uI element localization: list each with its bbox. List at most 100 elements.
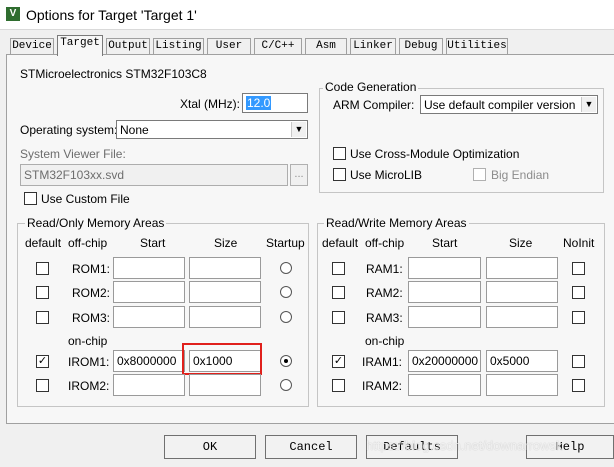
- irom1-label: IROM1:: [68, 355, 110, 369]
- tab-target[interactable]: Target: [57, 35, 103, 56]
- tab-asm[interactable]: Asm: [305, 38, 347, 54]
- use-custom-file-label: Use Custom File: [41, 192, 130, 206]
- ram3-noinit-checkbox[interactable]: [572, 311, 585, 324]
- ram2-noinit-checkbox[interactable]: [572, 286, 585, 299]
- ok-button[interactable]: OK: [164, 435, 256, 459]
- rom3-label: ROM3:: [72, 311, 111, 325]
- ram2-default-checkbox[interactable]: [332, 286, 345, 299]
- ram-onchip-label: on-chip: [365, 334, 405, 348]
- rom2-start-input[interactable]: [113, 281, 185, 303]
- os-select[interactable]: None ▼: [116, 120, 308, 139]
- rom1-start-input[interactable]: [113, 257, 185, 279]
- tab-device[interactable]: Device: [10, 38, 54, 54]
- iram1-noinit-checkbox[interactable]: [572, 355, 585, 368]
- iram1-default-checkbox[interactable]: ✓: [332, 355, 345, 368]
- rom-areas-title: Read/Only Memory Areas: [25, 216, 167, 230]
- tab-debug[interactable]: Debug: [399, 38, 443, 54]
- xtal-value: 12.0: [246, 96, 272, 110]
- arm-compiler-select[interactable]: Use default compiler version ▼: [420, 95, 598, 114]
- iram1-start-input[interactable]: 0x20000000: [408, 350, 481, 372]
- rom2-startup-radio[interactable]: [280, 286, 292, 298]
- ram2-label: RAM2:: [366, 286, 403, 300]
- tab-user[interactable]: User: [207, 38, 251, 54]
- ram2-start-input[interactable]: [408, 281, 481, 303]
- check-icon: ✓: [37, 355, 48, 367]
- ram1-noinit-checkbox[interactable]: [572, 262, 585, 275]
- rom3-startup-radio[interactable]: [280, 311, 292, 323]
- rom1-label: ROM1:: [72, 262, 111, 276]
- ram1-size-input[interactable]: [486, 257, 558, 279]
- title-bar: V Options for Target 'Target 1': [0, 0, 614, 30]
- window-title: Options for Target 'Target 1': [26, 7, 197, 23]
- use-custom-file-checkbox[interactable]: [24, 192, 37, 205]
- irom1-default-checkbox[interactable]: ✓: [36, 355, 49, 368]
- tab-linker[interactable]: Linker: [350, 38, 396, 54]
- iram2-noinit-checkbox[interactable]: [572, 379, 585, 392]
- irom2-default-checkbox[interactable]: [36, 379, 49, 392]
- cross-module-checkbox[interactable]: [333, 147, 346, 160]
- irom2-startup-radio[interactable]: [280, 379, 292, 391]
- iram1-size-input[interactable]: 0x5000: [486, 350, 558, 372]
- rom1-startup-radio[interactable]: [280, 262, 292, 274]
- arm-compiler-label: ARM Compiler:: [333, 98, 415, 112]
- ram1-label: RAM1:: [366, 262, 403, 276]
- check-icon: ✓: [333, 355, 344, 367]
- ram-header-noinit: NoInit: [563, 236, 595, 250]
- cross-module-label: Use Cross-Module Optimization: [350, 147, 520, 161]
- arm-compiler-value: Use default compiler version: [424, 98, 576, 112]
- rom1-size-input[interactable]: [189, 257, 261, 279]
- xtal-input[interactable]: 12.0: [242, 93, 308, 113]
- irom2-size-input[interactable]: [189, 374, 261, 396]
- ram-areas-title: Read/Write Memory Areas: [324, 216, 469, 230]
- iram1-label: IRAM1:: [362, 355, 403, 369]
- big-endian-checkbox[interactable]: [473, 168, 486, 181]
- watermark: https://blog.csdn.net/downarrowsk: [366, 438, 563, 453]
- rom2-size-input[interactable]: [189, 281, 261, 303]
- device-name: STMicroelectronics STM32F103C8: [20, 67, 207, 81]
- cancel-button[interactable]: Cancel: [265, 435, 357, 459]
- rom-header-offchip: off-chip: [68, 236, 108, 250]
- irom1-startup-radio[interactable]: [280, 355, 292, 367]
- iram2-default-checkbox[interactable]: [332, 379, 345, 392]
- irom1-start-input[interactable]: 0x8000000: [113, 350, 185, 372]
- iram2-label: IRAM2:: [362, 379, 403, 393]
- rom-onchip-label: on-chip: [68, 334, 108, 348]
- xtal-label: Xtal (MHz):: [180, 97, 240, 111]
- ram-header-default: default: [322, 236, 359, 250]
- tab-listing[interactable]: Listing: [153, 38, 204, 54]
- microlib-label: Use MicroLIB: [350, 168, 423, 182]
- ram-header-offchip: off-chip: [365, 236, 405, 250]
- rom-header-start: Start: [140, 236, 166, 250]
- chevron-down-icon: ▼: [581, 97, 596, 112]
- ram3-size-input[interactable]: [486, 306, 558, 328]
- ram3-start-input[interactable]: [408, 306, 481, 328]
- rom-header-startup: Startup: [266, 236, 305, 250]
- rom-header-default: default: [25, 236, 62, 250]
- irom2-start-input[interactable]: [113, 374, 185, 396]
- big-endian-label: Big Endian: [491, 168, 550, 182]
- ram1-default-checkbox[interactable]: [332, 262, 345, 275]
- ram3-default-checkbox[interactable]: [332, 311, 345, 324]
- rom3-start-input[interactable]: [113, 306, 185, 328]
- highlight-box: [182, 343, 262, 375]
- tab-output[interactable]: Output: [106, 38, 150, 54]
- ram2-size-input[interactable]: [486, 281, 558, 303]
- svf-label: System Viewer File:: [20, 147, 126, 161]
- irom2-label: IROM2:: [68, 379, 110, 393]
- rom2-default-checkbox[interactable]: [36, 286, 49, 299]
- microlib-checkbox[interactable]: [333, 168, 346, 181]
- rom3-default-checkbox[interactable]: [36, 311, 49, 324]
- rom1-default-checkbox[interactable]: [36, 262, 49, 275]
- iram2-start-input[interactable]: [408, 374, 481, 396]
- ram3-label: RAM3:: [366, 311, 403, 325]
- iram2-size-input[interactable]: [486, 374, 558, 396]
- rom-header-size: Size: [214, 236, 238, 250]
- svf-browse-button[interactable]: ...: [290, 164, 308, 186]
- code-generation-title: Code Generation: [323, 80, 419, 94]
- os-label: Operating system:: [20, 123, 118, 137]
- tab-c-cpp[interactable]: C/C++: [254, 38, 302, 54]
- ram-header-start: Start: [432, 236, 458, 250]
- rom3-size-input[interactable]: [189, 306, 261, 328]
- ram1-start-input[interactable]: [408, 257, 481, 279]
- tab-utilities[interactable]: Utilities: [446, 38, 508, 54]
